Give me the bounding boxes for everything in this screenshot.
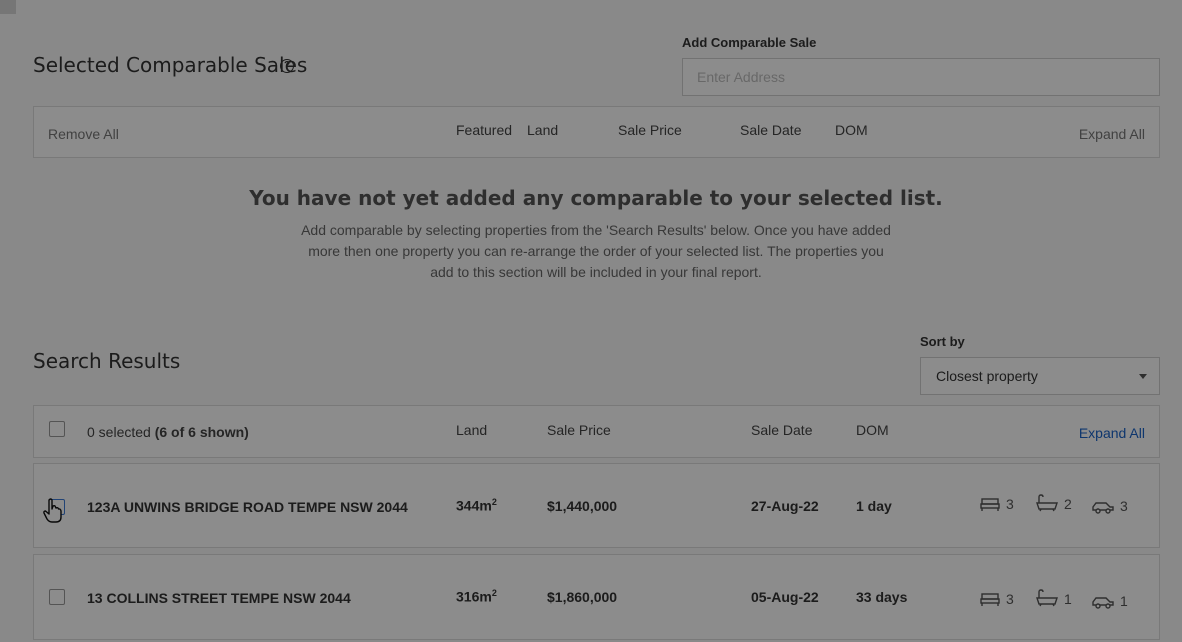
property-address[interactable]: 13 COLLINS STREET TEMPE NSW 2044 <box>87 590 351 606</box>
address-input[interactable] <box>682 58 1160 96</box>
bed-icon <box>980 498 1000 511</box>
sale-price: $1,860,000 <box>547 589 618 605</box>
search-header-bar: 0 selected (6 of 6 shown) Land Sale Pric… <box>33 405 1160 458</box>
question-circle-icon[interactable]: ? <box>280 59 294 73</box>
land-size: 316m2 <box>456 588 497 605</box>
featured-column-header: Featured <box>456 122 513 138</box>
car-spaces: 1 <box>1092 593 1128 609</box>
property-address[interactable]: 123A UNWINS BRIDGE ROAD TEMPE NSW 2044 <box>87 499 408 515</box>
bedrooms: 3 <box>980 496 1014 512</box>
sort-by-label: Sort by <box>920 334 965 349</box>
bathrooms: 2 <box>1036 494 1072 512</box>
caret-down-icon <box>1139 374 1147 379</box>
selected-sales-title: Selected Comparable Sales <box>33 53 308 77</box>
bedroom-count: 3 <box>1006 591 1014 607</box>
selected-count: 0 selected <box>87 424 151 440</box>
sale-date-column-header: Sale Date <box>751 422 813 438</box>
sort-by-value: Closest property <box>936 368 1038 384</box>
expand-all-results-button[interactable]: Expand All <box>1079 425 1145 441</box>
shown-count: (6 of 6 shown) <box>154 424 249 440</box>
corner-tab <box>0 0 16 14</box>
land-column-header: Land <box>527 122 559 138</box>
car-icon <box>1092 502 1114 514</box>
sale-price: $1,440,000 <box>547 498 618 514</box>
hand-pointer-icon <box>43 498 62 523</box>
expand-all-selected-button[interactable]: Expand All <box>1079 126 1145 142</box>
land-size: 344m2 <box>456 497 497 514</box>
car-count: 1 <box>1120 593 1128 609</box>
car-spaces: 3 <box>1092 498 1128 514</box>
car-count: 3 <box>1120 498 1128 514</box>
land-value: 344m <box>456 497 492 514</box>
bath-icon <box>1036 589 1058 607</box>
land-unit-superscript: 2 <box>491 588 497 598</box>
land-column-header: Land <box>456 422 488 438</box>
remove-all-button[interactable]: Remove All <box>48 126 119 142</box>
table-row[interactable]: 13 COLLINS STREET TEMPE NSW 2044 316m2 $… <box>33 554 1160 640</box>
sale-price-column-header: Sale Price <box>618 122 682 138</box>
table-row[interactable]: 123A UNWINS BRIDGE ROAD TEMPE NSW 2044 3… <box>33 463 1160 548</box>
selected-header-bar: Remove All Featured Land Sale Price Sale… <box>33 106 1160 158</box>
car-icon <box>1092 597 1114 609</box>
sale-date-column-header: Sale Date <box>740 122 802 138</box>
dom-column-header: DOM <box>856 422 889 438</box>
days-on-market: 33 days <box>856 589 908 605</box>
land-unit-superscript: 2 <box>491 497 497 507</box>
search-results-title: Search Results <box>33 349 181 373</box>
selection-summary: 0 selected (6 of 6 shown) <box>87 424 249 440</box>
bathroom-count: 2 <box>1064 496 1072 512</box>
dom-column-header: DOM <box>835 122 868 138</box>
sort-by-select[interactable]: Closest property <box>920 357 1160 395</box>
empty-state-body: Add comparable by selecting properties f… <box>301 222 891 280</box>
bedroom-count: 3 <box>1006 496 1014 512</box>
land-value: 316m <box>456 588 492 605</box>
bathroom-count: 1 <box>1064 591 1072 607</box>
bed-icon <box>980 593 1000 606</box>
sale-date: 05-Aug-22 <box>751 589 819 605</box>
bedrooms: 3 <box>980 591 1014 607</box>
days-on-market: 1 day <box>856 498 892 514</box>
row-checkbox[interactable] <box>49 589 65 605</box>
sale-date: 27-Aug-22 <box>751 498 819 514</box>
bath-icon <box>1036 494 1058 512</box>
page: Selected Comparable Sales ? Add Comparab… <box>0 0 1182 642</box>
empty-state-title: You have not yet added any comparable to… <box>249 186 943 210</box>
select-all-checkbox[interactable] <box>49 421 65 437</box>
sale-price-column-header: Sale Price <box>547 422 611 438</box>
bathrooms: 1 <box>1036 589 1072 607</box>
add-comparable-label: Add Comparable Sale <box>682 35 817 50</box>
